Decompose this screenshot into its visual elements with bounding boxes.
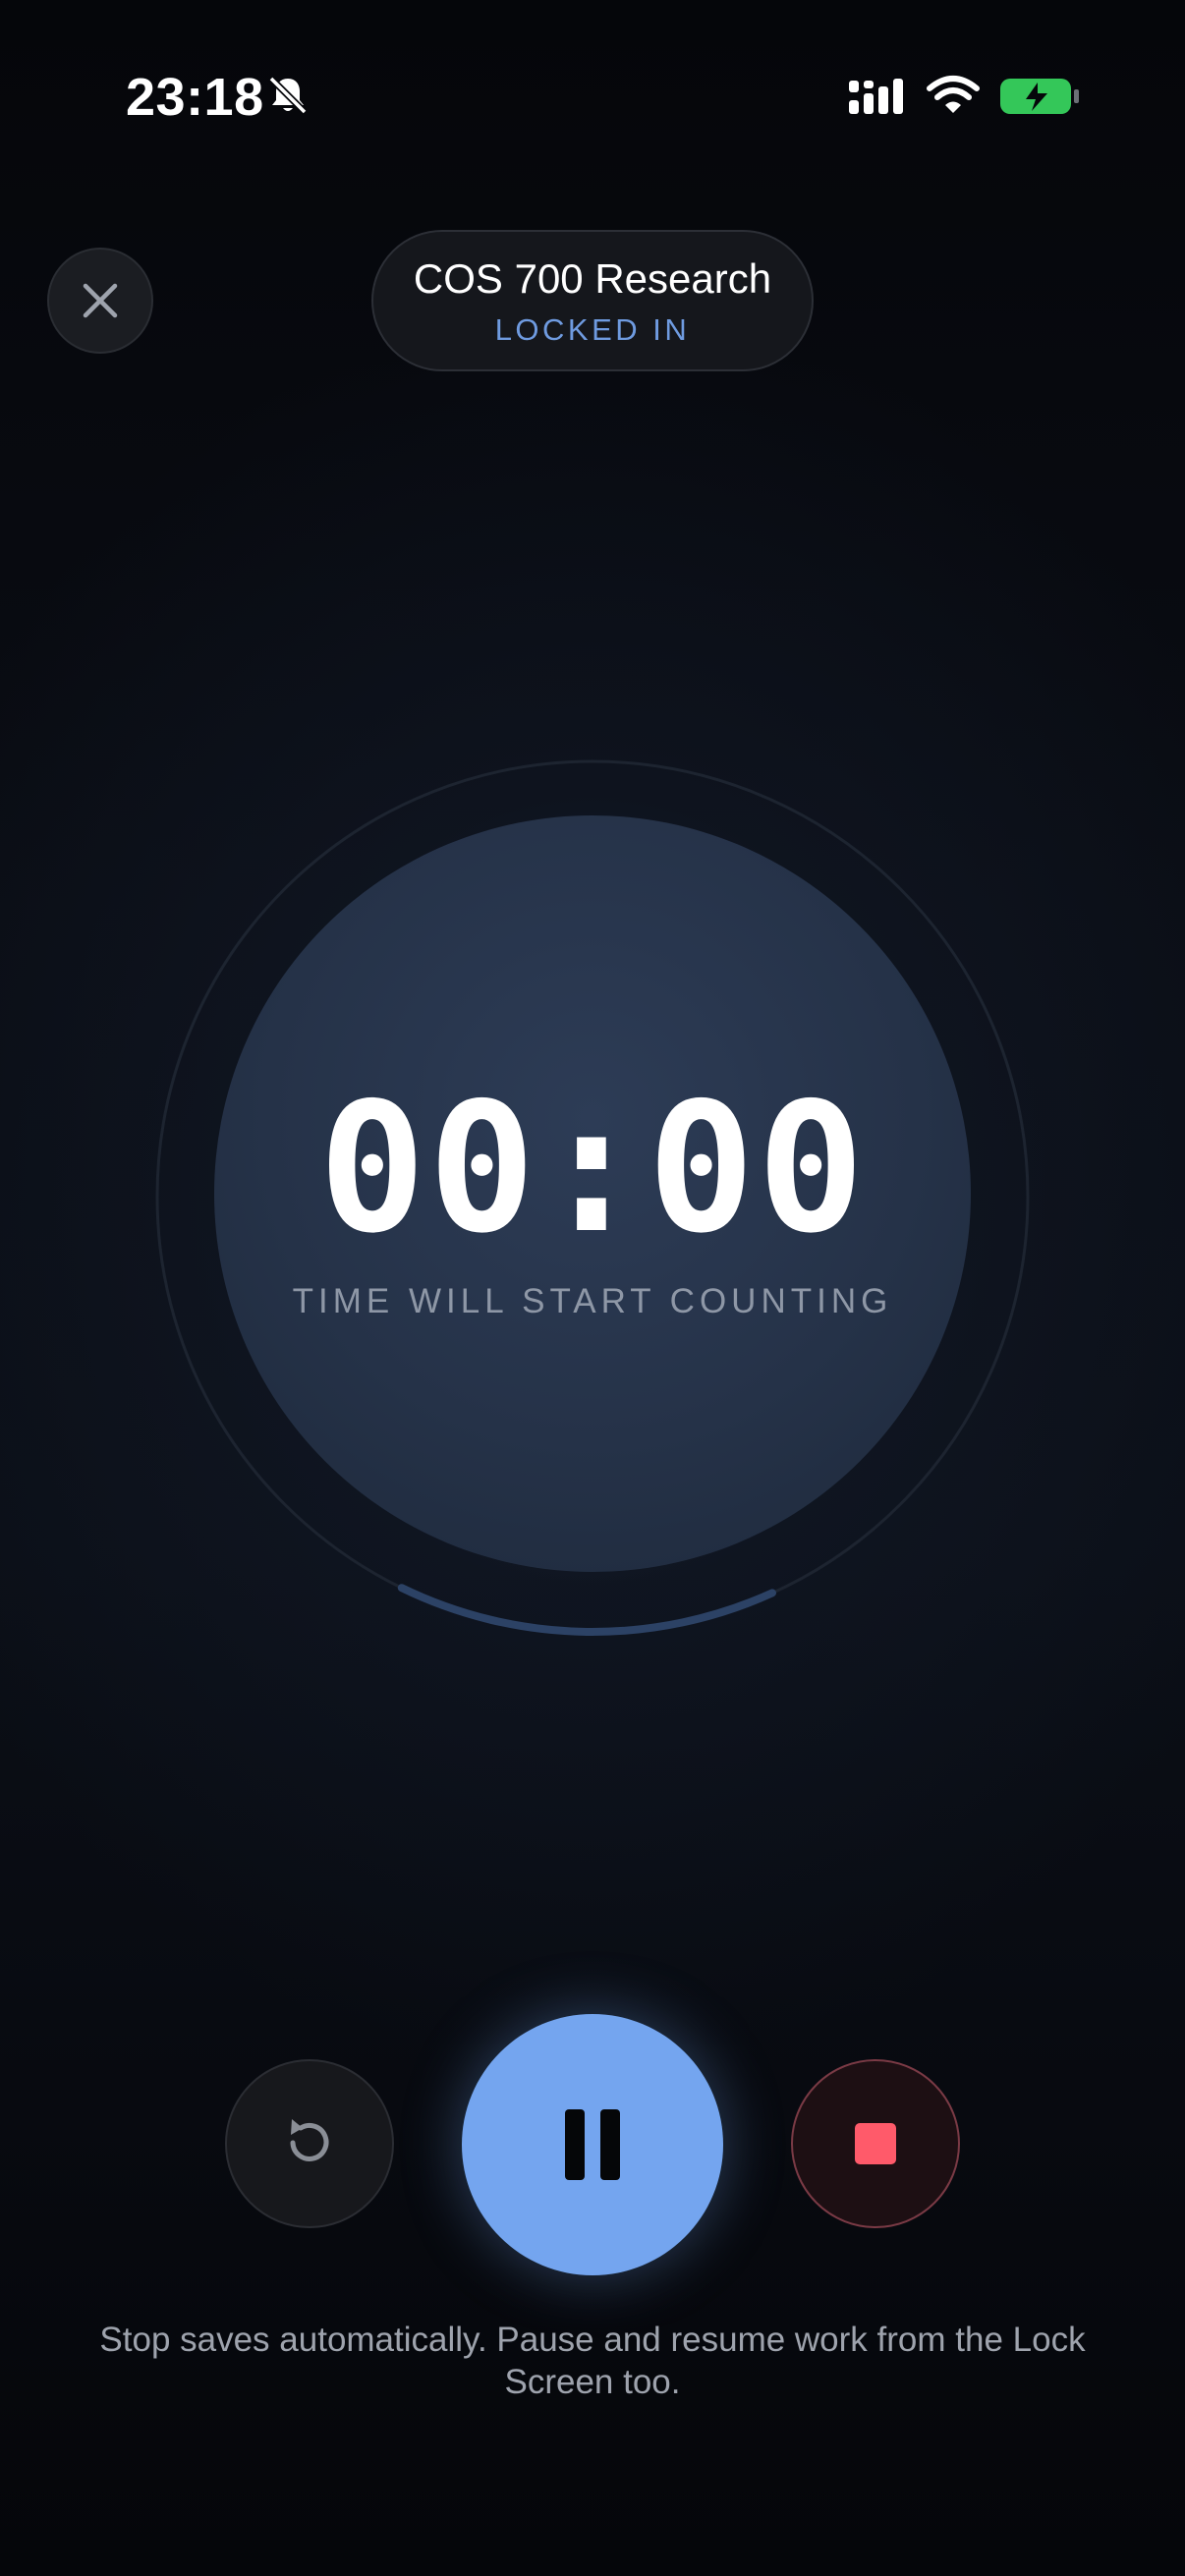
reset-button[interactable] [225, 2059, 394, 2228]
battery-charging-icon [1000, 79, 1079, 114]
timer-caption: TIME WILL START COUNTING [292, 1282, 893, 1320]
timer-screen: 23:18 COS 700 Research LOCKED IN 00:00 T… [0, 0, 1185, 2576]
close-button[interactable] [47, 248, 153, 354]
close-icon [83, 283, 118, 318]
reset-icon [290, 2119, 329, 2161]
bell-slash-icon [268, 76, 308, 115]
stop-button[interactable] [791, 2059, 960, 2228]
pause-icon [565, 2109, 620, 2180]
session-title: COS 700 Research [413, 255, 772, 302]
wifi-icon [927, 76, 980, 113]
status-time: 23:18 [126, 68, 264, 127]
stop-icon [855, 2123, 896, 2164]
cellular-signal-icon [849, 79, 903, 114]
focus-mode-label: LOCKED IN [494, 312, 691, 347]
pause-button[interactable] [462, 2014, 723, 2275]
session-title-pill[interactable]: COS 700 Research LOCKED IN [371, 230, 814, 371]
footer-note: Stop saves automatically. Pause and resu… [99, 2321, 1086, 2401]
elapsed-time: 00:00 [318, 1064, 867, 1272]
status-bar: 23:18 [0, 0, 1185, 196]
timer-ring-progress-arc [397, 1584, 776, 1636]
